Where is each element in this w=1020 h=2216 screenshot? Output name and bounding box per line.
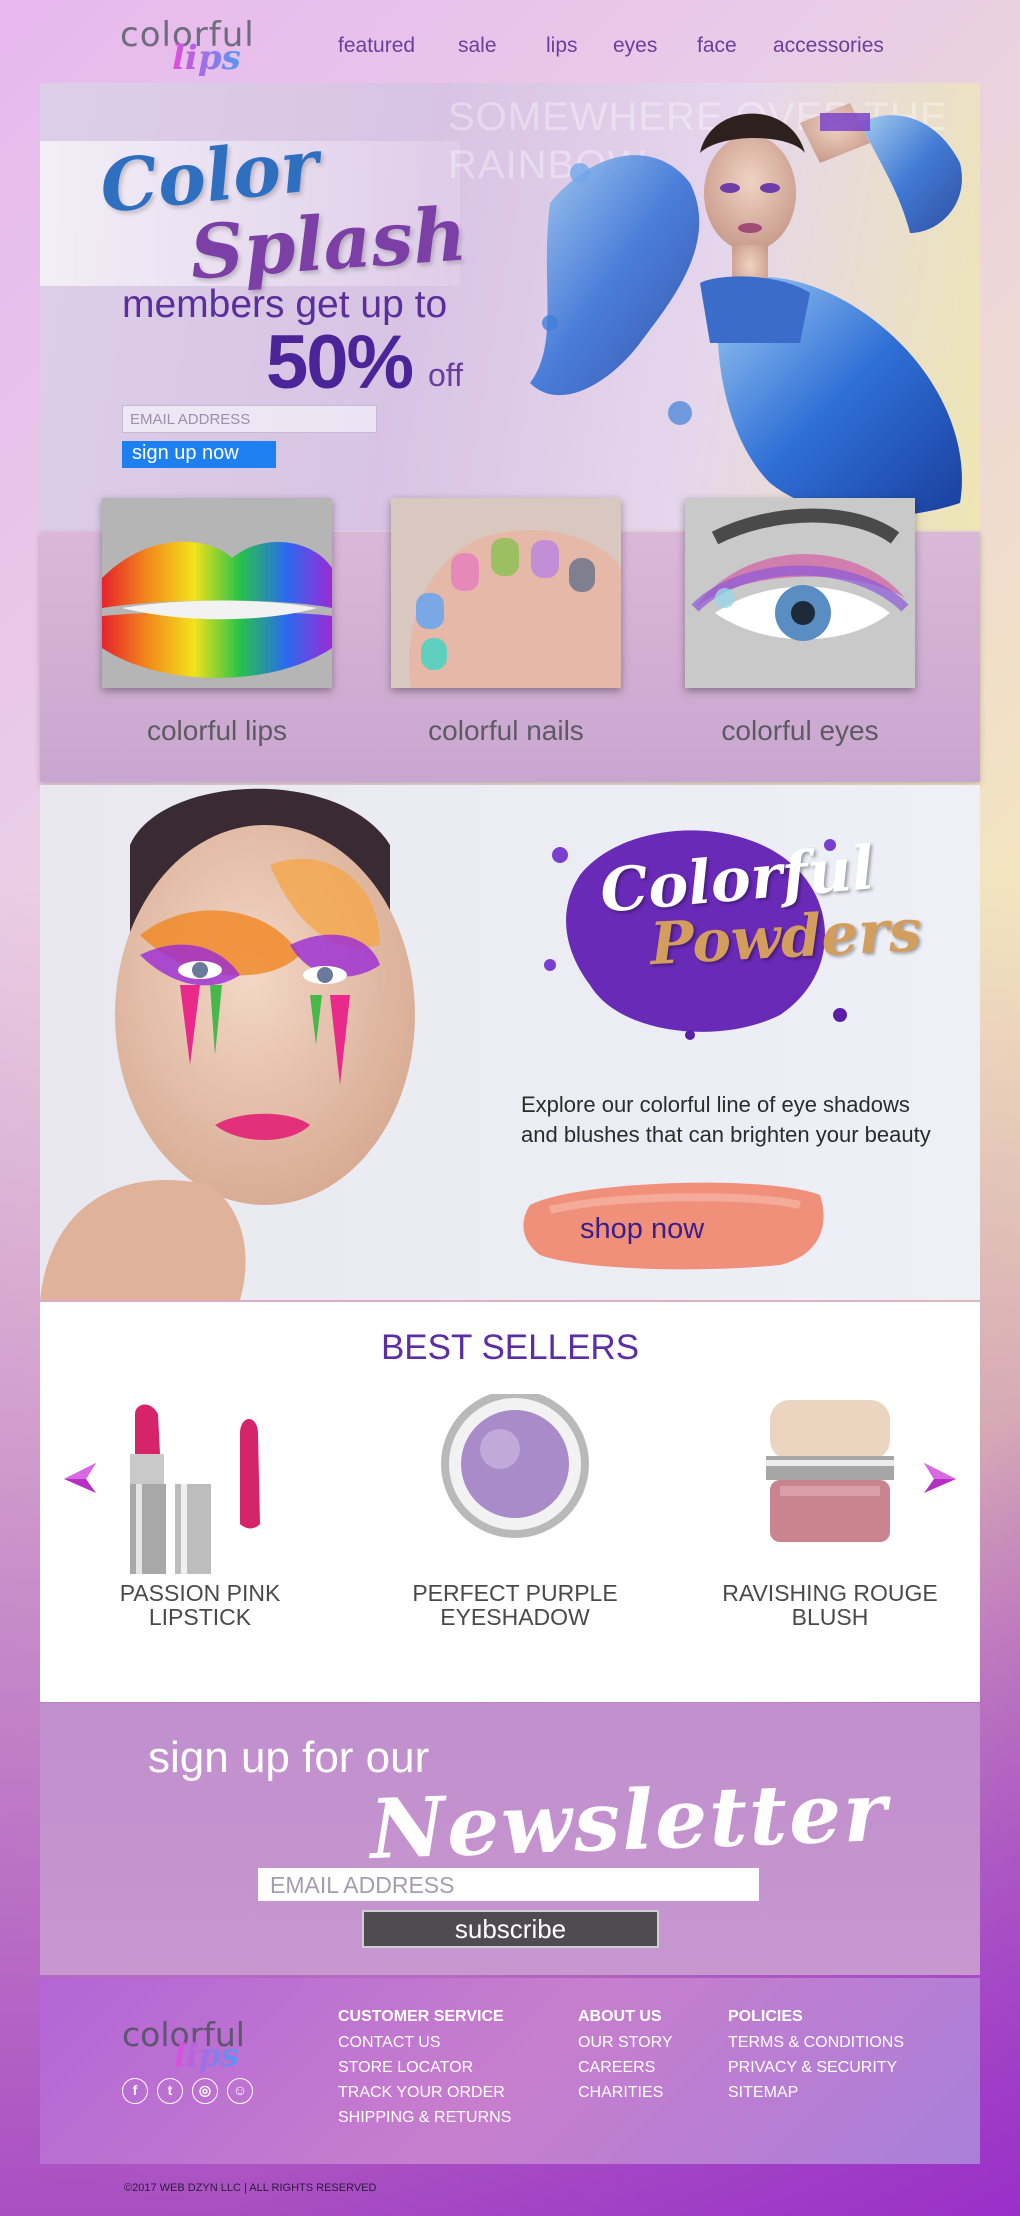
logo[interactable]: colorful lips (120, 18, 270, 78)
product-name-line1: PASSION PINK (119, 1580, 281, 1606)
shop-now-button[interactable]: shop now (580, 1213, 704, 1246)
nav-accessories[interactable]: accessories (773, 34, 884, 58)
footer-column-customer-service: CUSTOMER SERVICE CONTACT US STORE LOCATO… (338, 2008, 511, 2134)
nav-eyes[interactable]: eyes (613, 34, 697, 58)
colorful-eye-image (685, 498, 915, 688)
powders-description-line1: Explore our colorful line of eye shadows (521, 1092, 910, 1117)
category-eyes[interactable]: colorful eyes (685, 498, 915, 747)
footer-link-terms[interactable]: TERMS & CONDITIONS (728, 2034, 904, 2051)
footer-link-store-locator[interactable]: STORE LOCATOR (338, 2059, 511, 2076)
header: colorful lips featured sale lips eyes fa… (0, 0, 1020, 80)
snapchat-icon[interactable]: ☺ (227, 2078, 253, 2104)
footer-link-charities[interactable]: CHARITIES (578, 2084, 673, 2101)
hero-email-input[interactable]: EMAIL ADDRESS (122, 405, 377, 433)
logo-script: lips (172, 38, 241, 78)
footer-link-contact-us[interactable]: CONTACT US (338, 2034, 511, 2051)
eyeshadow-product-image (441, 1390, 589, 1538)
powders-script-powders: Powders (648, 895, 923, 979)
product-name-line2: EYESHADOW (440, 1604, 590, 1630)
lipstick-product-image (130, 1404, 260, 1574)
category-nails[interactable]: colorful nails (391, 498, 621, 747)
footer-link-track-order[interactable]: TRACK YOUR ORDER (338, 2084, 511, 2101)
best-sellers-section: BEST SELLERS PASSION PINK LIPSTICK PERFE… (40, 1302, 980, 1702)
product-card-eyeshadow[interactable]: PERFECT PURPLE EYESHADOW (395, 1390, 635, 1629)
footer-column-heading: ABOUT US (578, 2008, 662, 2025)
powders-promo: Colorful Powders Explore our colorful li… (40, 785, 980, 1300)
product-name-eyeshadow: PERFECT PURPLE EYESHADOW (395, 1581, 635, 1629)
footer-link-our-story[interactable]: OUR STORY (578, 2034, 673, 2051)
nav-face[interactable]: face (697, 34, 773, 58)
footer-column-policies: POLICIES TERMS & CONDITIONS PRIVACY & SE… (728, 2008, 904, 2109)
category-lips[interactable]: colorful lips (102, 498, 332, 747)
hero-signup-button[interactable]: sign up now (122, 441, 276, 468)
product-name-lipstick: PASSION PINK LIPSTICK (80, 1581, 320, 1629)
product-card-blush[interactable]: RAVISHING ROUGE BLUSH (710, 1394, 950, 1629)
product-name-line1: PERFECT PURPLE (412, 1580, 618, 1606)
product-name-line1: RAVISHING ROUGE (722, 1580, 938, 1606)
powders-description: Explore our colorful line of eye shadows… (521, 1090, 971, 1150)
main-nav: featured sale lips eyes face accessories (338, 34, 884, 58)
category-lips-label: colorful lips (146, 715, 288, 746)
hero-off-text: off (428, 357, 463, 393)
powders-description-line2: and blushes that can brighten your beaut… (521, 1122, 931, 1147)
colorful-nails-image (391, 498, 621, 688)
social-links: f t ◎ ☺ (122, 2078, 253, 2104)
hero-banner: SOMEWHERE OVER THE RAINBOW Color Splash … (40, 83, 980, 530)
instagram-icon[interactable]: ◎ (192, 2078, 218, 2104)
newsletter-email-input[interactable]: EMAIL ADDRESS (258, 1868, 759, 1901)
twitter-icon[interactable]: t (157, 2078, 183, 2104)
category-eyes-label: colorful eyes (721, 715, 879, 746)
footer-column-about-us: ABOUT US OUR STORY CAREERS CHARITIES (578, 2008, 673, 2109)
nav-featured[interactable]: featured (338, 34, 458, 58)
nav-sale[interactable]: sale (458, 34, 546, 58)
footer-column-heading: CUSTOMER SERVICE (338, 2008, 504, 2025)
product-card-lipstick[interactable]: PASSION PINK LIPSTICK (80, 1394, 320, 1629)
best-sellers-title: BEST SELLERS (380, 1328, 640, 1367)
footer-link-careers[interactable]: CAREERS (578, 2059, 673, 2076)
facebook-icon[interactable]: f (122, 2078, 148, 2104)
nav-lips[interactable]: lips (546, 34, 613, 58)
product-name-blush: RAVISHING ROUGE BLUSH (710, 1581, 950, 1629)
footer: colorful lips f t ◎ ☺ CUSTOMER SERVICE C… (40, 1978, 980, 2164)
product-name-line2: LIPSTICK (148, 1604, 252, 1630)
footer-logo[interactable]: colorful lips (122, 2018, 272, 2078)
copyright-text: ©2017 WEB DZYN LLC | ALL RIGHTS RESERVED (124, 2182, 377, 2194)
subscribe-button[interactable]: subscribe (362, 1910, 659, 1948)
category-section: colorful lips colorful nails colorful ey… (40, 498, 980, 782)
footer-link-privacy[interactable]: PRIVACY & SECURITY (728, 2059, 904, 2076)
footer-link-shipping-returns[interactable]: SHIPPING & RETURNS (338, 2109, 511, 2126)
newsletter-heading: sign up for our (148, 1733, 430, 1782)
product-name-line2: BLUSH (791, 1604, 869, 1630)
newsletter-section: sign up for our Newsletter EMAIL ADDRESS… (40, 1703, 980, 1975)
footer-link-sitemap[interactable]: SITEMAP (728, 2084, 904, 2101)
rainbow-lips-image (102, 498, 332, 688)
hero-discount-percent: 50% (266, 320, 414, 405)
footer-column-heading: POLICIES (728, 2008, 803, 2025)
category-nails-label: colorful nails (428, 715, 584, 746)
newsletter-script: Newsletter (368, 1763, 890, 1879)
hero-model-splash-image (530, 103, 962, 517)
footer-logo-script: lips (174, 2036, 239, 2074)
blush-product-image (766, 1400, 894, 1542)
painted-face-image (40, 788, 415, 1300)
